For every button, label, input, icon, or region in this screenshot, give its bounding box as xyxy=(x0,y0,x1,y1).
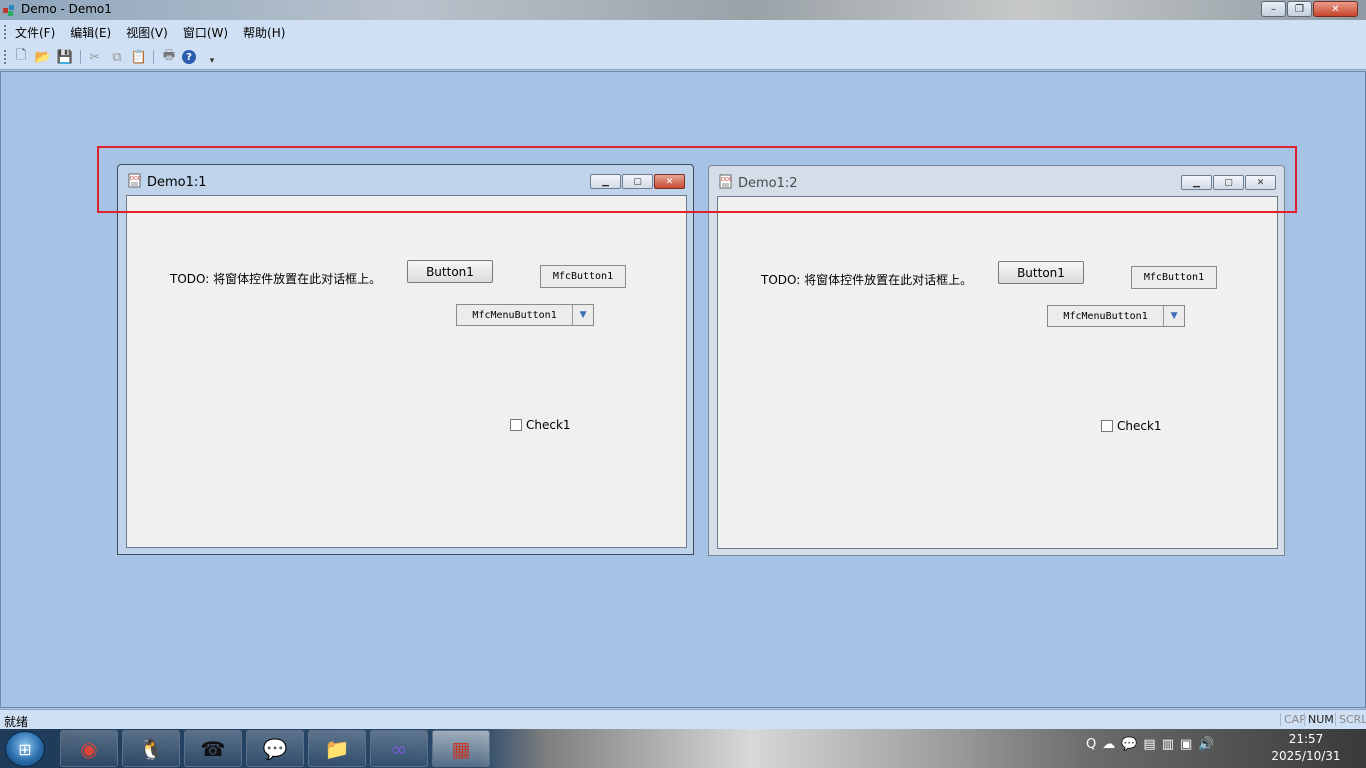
mfc-menu-button1[interactable]: MfcMenuButton1 ▼ xyxy=(456,304,594,326)
toolbar-grip[interactable] xyxy=(4,50,7,64)
save-icon[interactable]: 💾 xyxy=(56,48,74,66)
dropdown-arrow-icon[interactable]: ▼ xyxy=(573,305,593,325)
document-icon: DOC xyxy=(719,174,733,189)
cut-icon[interactable]: ✂ xyxy=(86,48,104,66)
child-close-button[interactable]: ✕ xyxy=(654,174,685,189)
phone-icon[interactable]: ☎ xyxy=(184,730,242,767)
menu-window[interactable]: 窗口(W) xyxy=(183,24,228,41)
dialog-client: TODO: 将窗体控件放置在此对话框上。 Button1 MfcButton1 … xyxy=(126,195,687,548)
status-bar: 就绪 CAP NUM SCRL xyxy=(0,709,1366,729)
tray-network-icon[interactable]: ▣ xyxy=(1180,737,1192,752)
toolbar-separator xyxy=(153,50,154,64)
taskbar: ⊞ ◉ 🐧 ☎ 💬 📁 ∞ ▦ Q ☁ 💬 ▤ ▥ ▣ 🔊 21:57 2025… xyxy=(0,729,1366,768)
menu-file[interactable]: 文件(F) xyxy=(15,24,55,41)
visual-studio-icon[interactable]: ∞ xyxy=(370,730,428,767)
clock-date: 2025/10/31 xyxy=(1271,749,1341,763)
menu-bar: 文件(F) 编辑(E) 视图(V) 窗口(W) 帮助(H) xyxy=(0,20,1366,44)
help-icon[interactable]: ? xyxy=(182,50,196,64)
mfc-app-icon[interactable]: ▦ xyxy=(432,730,490,767)
clock-time: 21:57 xyxy=(1288,732,1324,746)
child-maximize-button[interactable]: ▢ xyxy=(622,174,653,189)
check1-label: Check1 xyxy=(1117,419,1162,433)
dropdown-arrow-icon[interactable]: ▼ xyxy=(1164,306,1184,326)
child-minimize-button[interactable]: ▁ xyxy=(1181,175,1212,190)
menu-grip[interactable] xyxy=(4,25,7,39)
minimize-button[interactable]: – xyxy=(1261,1,1286,17)
cap-indicator: CAP xyxy=(1280,713,1306,726)
paste-icon[interactable]: 📋 xyxy=(130,48,148,66)
checkbox-icon[interactable] xyxy=(510,419,522,431)
child-title: Demo1:1 xyxy=(147,175,207,190)
toolbar-separator xyxy=(80,50,81,64)
mfc-menu-button-label: MfcMenuButton1 xyxy=(457,305,574,325)
print-icon[interactable]: 🖶 xyxy=(160,48,178,66)
document-icon: DOC xyxy=(128,173,142,188)
copy-icon[interactable]: ⧉ xyxy=(108,48,126,66)
child-close-button[interactable]: ✕ xyxy=(1245,175,1276,190)
chrome-icon[interactable]: ◉ xyxy=(60,730,118,767)
menu-view[interactable]: 视图(V) xyxy=(126,24,168,41)
child-titlebar[interactable]: DOC Demo1:2 ▁ ▢ ✕ xyxy=(709,166,1284,196)
svg-text:DOC: DOC xyxy=(130,176,142,182)
tray-app-icon[interactable]: ▤ xyxy=(1143,737,1155,752)
mfc-button1[interactable]: MfcButton1 xyxy=(540,265,626,288)
mfc-menu-button1[interactable]: MfcMenuButton1 ▼ xyxy=(1047,305,1185,327)
toolbar-options-icon[interactable]: ▾ xyxy=(203,52,221,70)
mfc-menu-button-label: MfcMenuButton1 xyxy=(1048,306,1165,326)
maximize-button[interactable]: ❐ xyxy=(1287,1,1312,17)
tray-wechat-icon[interactable]: 💬 xyxy=(1121,737,1137,752)
child-maximize-button[interactable]: ▢ xyxy=(1213,175,1244,190)
wechat-icon[interactable]: 💬 xyxy=(246,730,304,767)
new-icon[interactable]: 🗋 xyxy=(12,48,30,66)
check1[interactable]: Check1 xyxy=(510,418,571,432)
qq-icon[interactable]: 🐧 xyxy=(122,730,180,767)
system-tray: Q ☁ 💬 ▤ ▥ ▣ 🔊 xyxy=(1086,737,1215,752)
svg-text:DOC: DOC xyxy=(721,177,733,183)
child-titlebar[interactable]: DOC Demo1:1 ▁ ▢ ✕ xyxy=(118,165,693,195)
start-button[interactable]: ⊞ xyxy=(5,731,45,767)
mfc-button1[interactable]: MfcButton1 xyxy=(1131,266,1217,289)
num-indicator: NUM xyxy=(1304,713,1334,726)
button1[interactable]: Button1 xyxy=(407,260,493,283)
volume-icon[interactable]: 🔊 xyxy=(1198,737,1214,752)
child-window-2[interactable]: DOC Demo1:2 ▁ ▢ ✕ TODO: 将窗体控件放置在此对话框上。 B… xyxy=(708,165,1285,556)
clock[interactable]: 21:57 2025/10/31 xyxy=(1262,731,1350,765)
explorer-icon[interactable]: 📁 xyxy=(308,730,366,767)
open-icon[interactable]: 📂 xyxy=(34,48,52,66)
check1-label: Check1 xyxy=(526,418,571,432)
menu-help[interactable]: 帮助(H) xyxy=(243,24,285,41)
todo-label: TODO: 将窗体控件放置在此对话框上。 xyxy=(170,272,382,286)
toolbar: 🗋 📂 💾 ✂ ⧉ 📋 🖶 ? ▾ xyxy=(0,44,1366,70)
tray-input-icon[interactable]: Q xyxy=(1086,737,1096,752)
child-window-1[interactable]: DOC Demo1:1 ▁ ▢ ✕ TODO: 将窗体控件放置在此对话框上。 B… xyxy=(117,164,694,555)
status-text: 就绪 xyxy=(4,715,29,729)
tray-cloud-icon[interactable]: ☁ xyxy=(1102,737,1115,752)
scrl-indicator: SCRL xyxy=(1335,713,1366,726)
app-icon xyxy=(3,5,14,16)
tray-device-icon[interactable]: ▥ xyxy=(1162,737,1174,752)
todo-label: TODO: 将窗体控件放置在此对话框上。 xyxy=(761,273,973,287)
close-button[interactable]: ✕ xyxy=(1313,1,1358,17)
checkbox-icon[interactable] xyxy=(1101,420,1113,432)
button1[interactable]: Button1 xyxy=(998,261,1084,284)
app-title: Demo - Demo1 xyxy=(21,2,112,16)
child-title: Demo1:2 xyxy=(738,176,798,191)
child-minimize-button[interactable]: ▁ xyxy=(590,174,621,189)
app-titlebar[interactable]: Demo - Demo1 – ❐ ✕ xyxy=(0,0,1366,20)
check1[interactable]: Check1 xyxy=(1101,419,1162,433)
dialog-client: TODO: 将窗体控件放置在此对话框上。 Button1 MfcButton1 … xyxy=(717,196,1278,549)
menu-edit[interactable]: 编辑(E) xyxy=(70,24,111,41)
